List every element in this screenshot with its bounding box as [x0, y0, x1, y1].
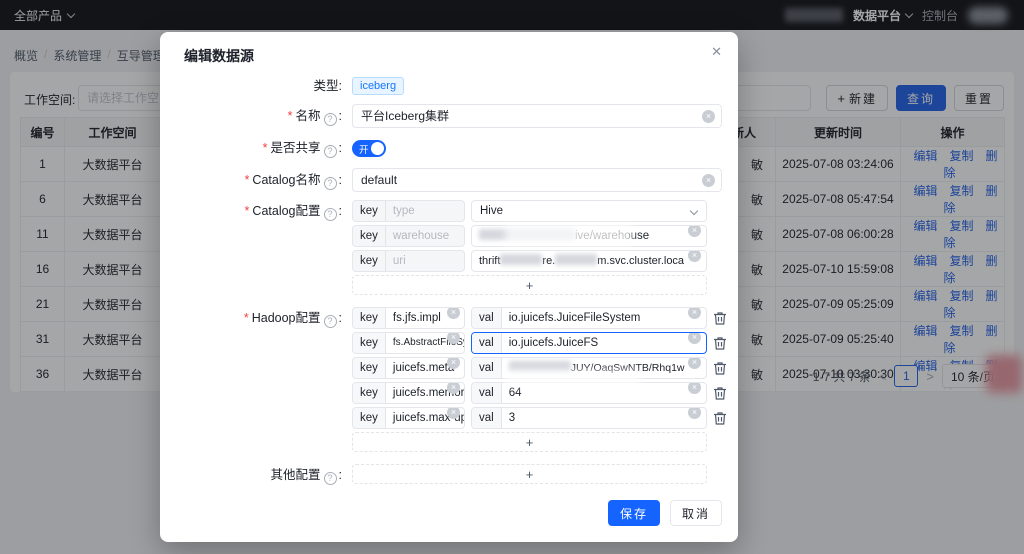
catalog-name-label: Catalog名称 — [252, 173, 320, 187]
clear-icon[interactable]: × — [688, 225, 701, 237]
clear-icon[interactable]: × — [447, 357, 460, 369]
share-label: 是否共享 — [271, 141, 321, 155]
clear-icon[interactable]: × — [447, 307, 460, 319]
help-icon: ? — [324, 315, 337, 328]
edit-datasource-modal: 编辑数据源 ✕ 类型: iceberg *名称?: 平台Iceberg集群× *… — [160, 32, 738, 542]
clear-icon[interactable]: × — [447, 332, 460, 344]
clear-icon[interactable]: × — [688, 332, 701, 344]
blur-artifact — [505, 370, 640, 386]
catalog-name-input[interactable]: default× — [352, 168, 722, 192]
help-icon: ? — [324, 472, 337, 485]
help-icon: ? — [324, 208, 337, 221]
trash-icon[interactable] — [713, 311, 727, 326]
catalog-config-add-button[interactable]: + — [352, 275, 707, 295]
type-tag-iceberg: iceberg — [352, 77, 404, 95]
other-config-add-button[interactable]: + — [352, 464, 707, 484]
clear-icon[interactable]: × — [688, 307, 701, 319]
help-icon: ? — [324, 145, 337, 158]
blur-artifact — [505, 224, 633, 246]
save-button[interactable]: 保存 — [608, 500, 660, 526]
trash-icon[interactable] — [713, 361, 727, 376]
cancel-button[interactable]: 取消 — [670, 500, 722, 526]
catalog-type-select[interactable]: Hive — [471, 200, 707, 222]
type-label: 类型 — [314, 79, 339, 93]
trash-icon[interactable] — [713, 386, 727, 401]
chevron-down-icon — [690, 207, 698, 215]
hadoop-val-input[interactable]: valio.juicefs.JuiceFileSystem× — [471, 307, 707, 329]
clear-icon[interactable]: × — [447, 382, 460, 394]
hadoop-config-label: Hadoop配置 — [252, 311, 321, 325]
name-input[interactable]: 平台Iceberg集群× — [352, 104, 722, 128]
help-icon: ? — [324, 177, 337, 190]
clear-icon[interactable]: × — [702, 174, 715, 187]
name-label: 名称 — [296, 109, 321, 123]
trash-icon[interactable] — [713, 411, 727, 426]
other-config-label: 其他配置 — [271, 468, 321, 482]
help-icon: ? — [324, 113, 337, 126]
modal-title: 编辑数据源 — [160, 32, 738, 66]
hadoop-key-input[interactable]: keyjuicefs.max-uploads× — [352, 407, 465, 429]
catalog-key-type-input: keytype — [352, 200, 465, 222]
catalog-key-uri-input: keyuri — [352, 250, 465, 272]
catalog-key-warehouse-input: keywarehouse — [352, 225, 465, 247]
catalog-config-label: Catalog配置 — [252, 204, 320, 218]
hadoop-val-input-focused[interactable]: valio.juicefs.JuiceFS× — [471, 332, 707, 354]
clear-icon[interactable]: × — [702, 110, 715, 123]
hadoop-key-input[interactable]: keyjuicefs.memory-size× — [352, 382, 465, 404]
catalog-uri-value-input[interactable]: thriftre.m.svc.cluster.loca× — [471, 250, 707, 272]
hadoop-config-add-button[interactable]: + — [352, 432, 707, 452]
clear-icon[interactable]: × — [688, 357, 701, 369]
toggle-knob — [371, 142, 384, 155]
close-icon[interactable]: ✕ — [711, 44, 722, 60]
hadoop-key-input[interactable]: keyjuicefs.meta× — [352, 357, 465, 379]
hadoop-key-input[interactable]: keyfs.jfs.impl× — [352, 307, 465, 329]
clear-icon[interactable]: × — [688, 382, 701, 394]
hadoop-val-input[interactable]: val3× — [471, 407, 707, 429]
toggle-on-label: 开 — [359, 142, 369, 156]
blurred-text — [500, 254, 542, 265]
share-toggle[interactable]: 开 — [352, 140, 386, 157]
hadoop-key-input[interactable]: keyfs.AbstractFileSystem.jfs.impl× — [352, 332, 465, 354]
clear-icon[interactable]: × — [688, 250, 701, 262]
trash-icon[interactable] — [713, 336, 727, 351]
blurred-text — [555, 254, 597, 265]
clear-icon[interactable]: × — [688, 407, 701, 419]
clear-icon[interactable]: × — [447, 407, 460, 419]
